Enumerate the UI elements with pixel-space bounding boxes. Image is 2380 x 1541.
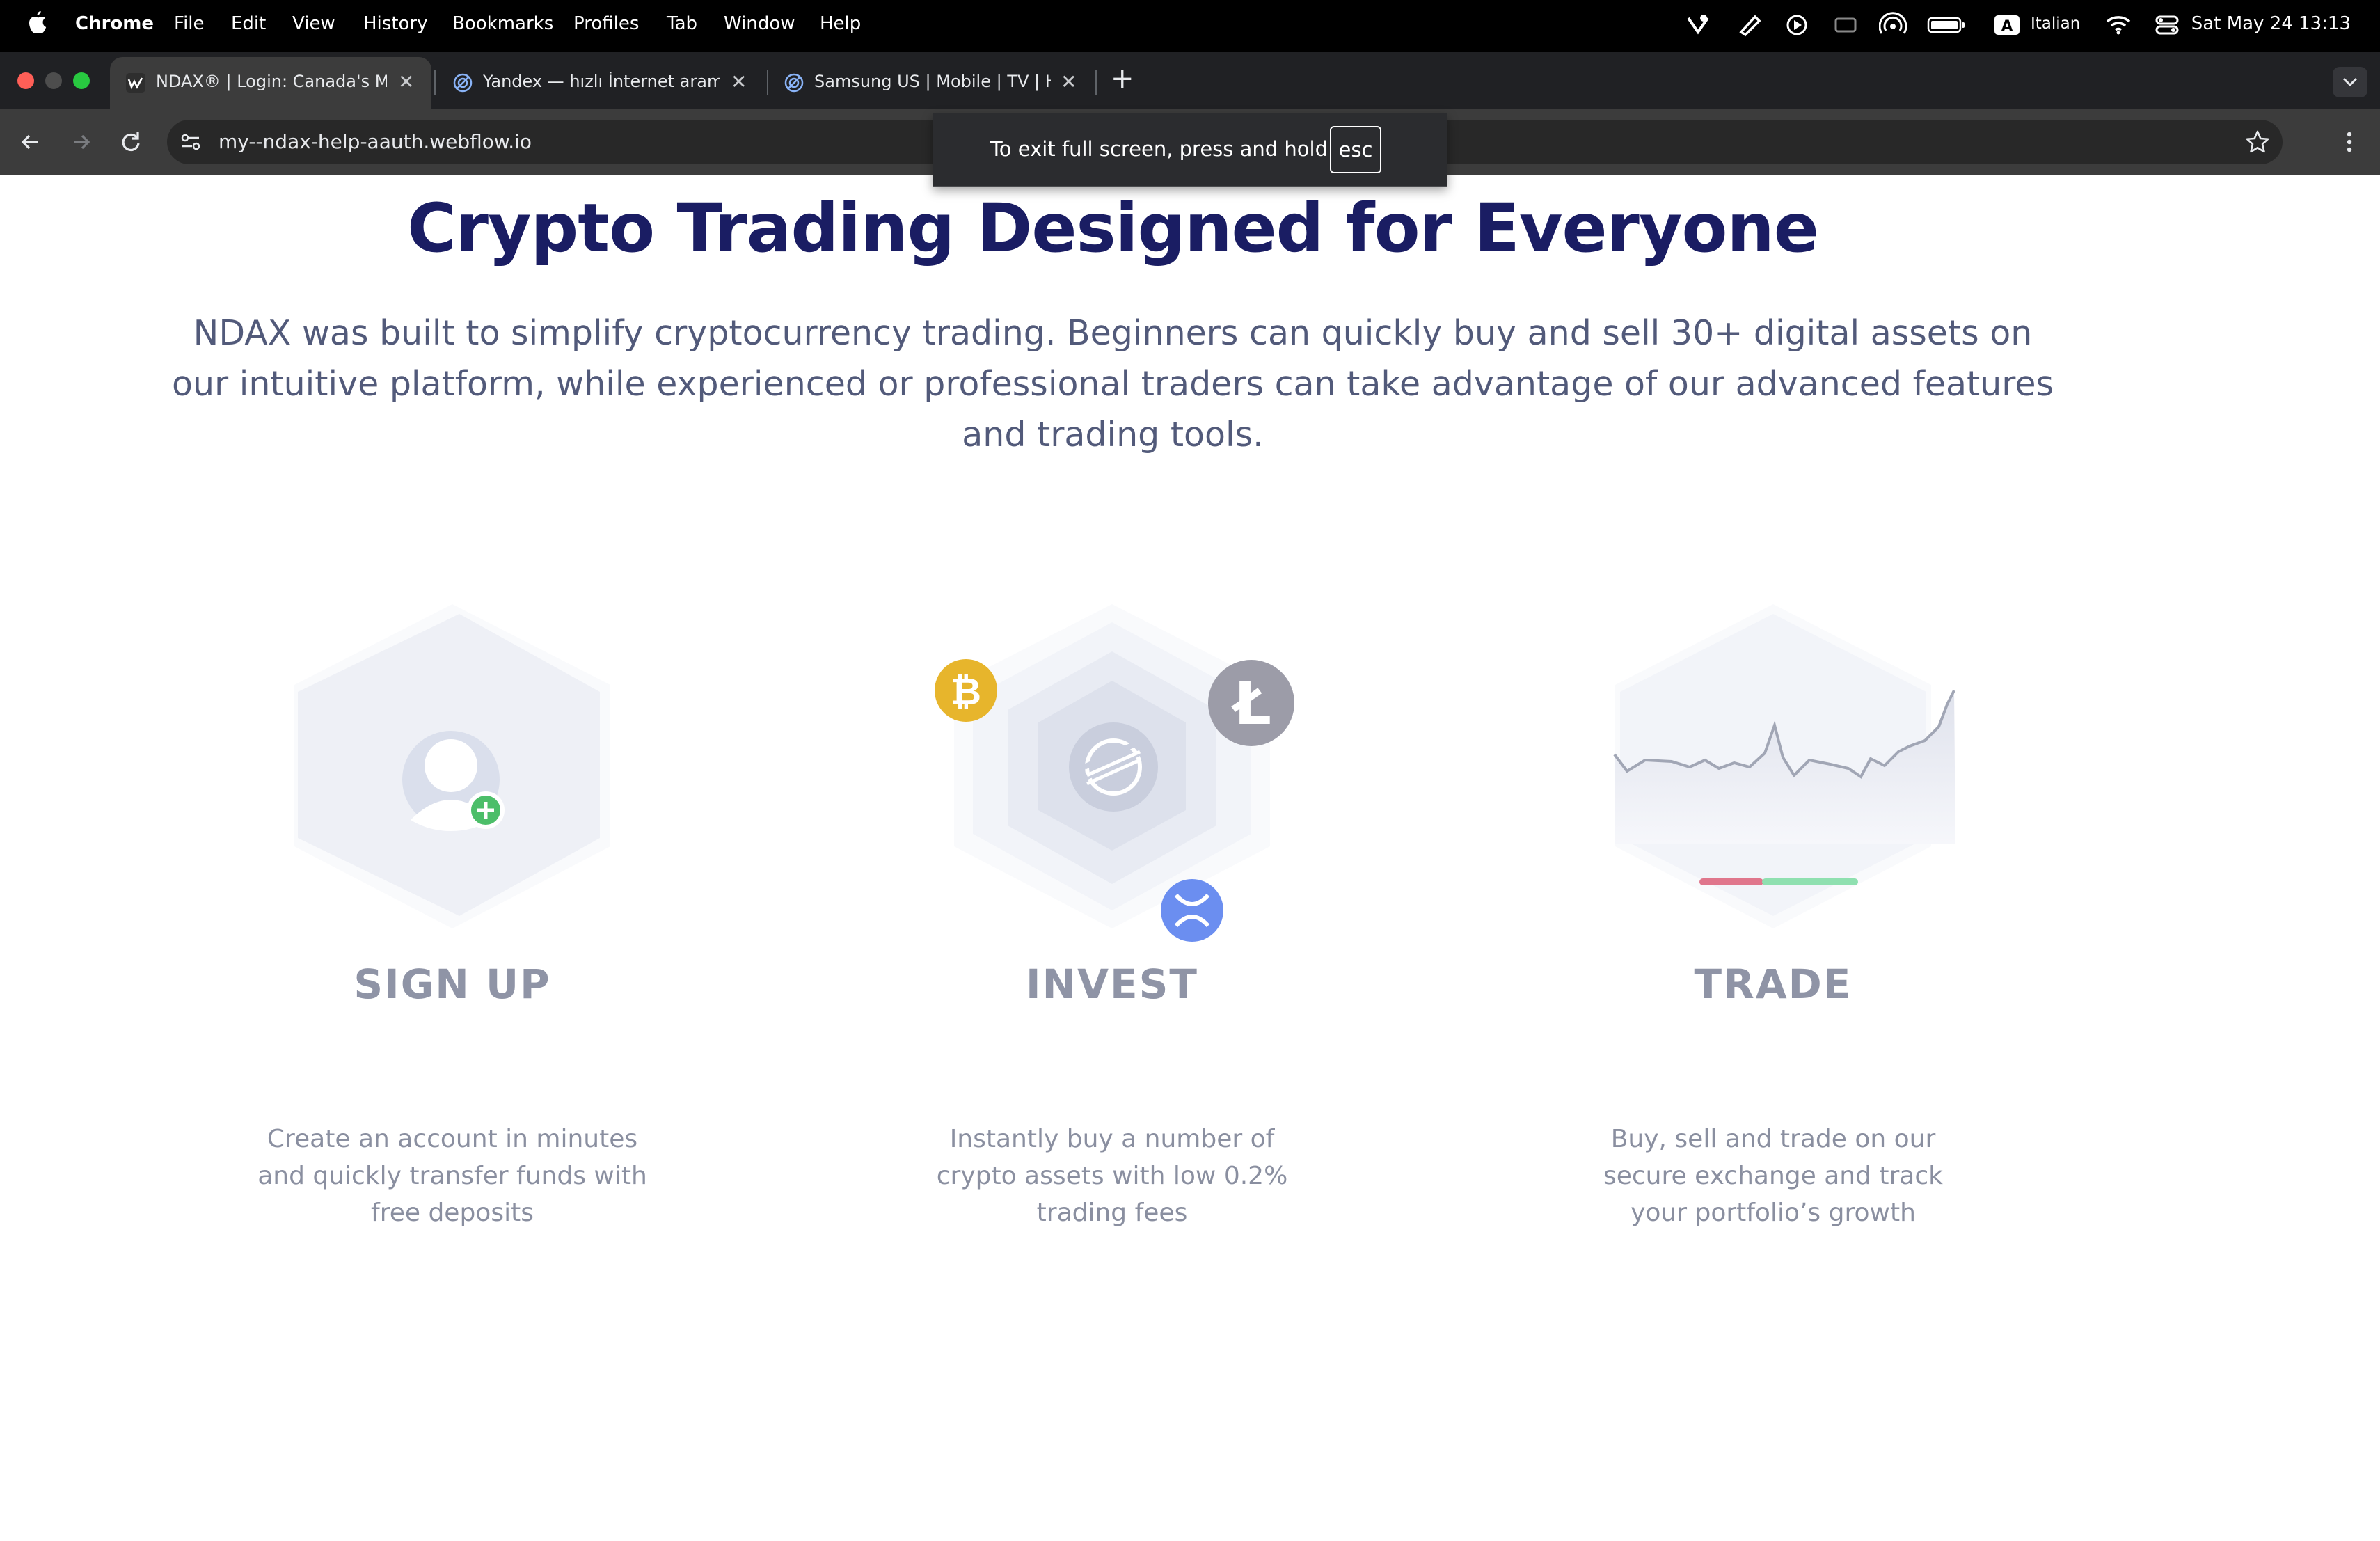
tab-yandex[interactable]: Yandex — hızlı İnternet arama ✕	[437, 57, 764, 109]
tab-close-icon[interactable]: ✕	[1061, 70, 1077, 93]
price-chart-icon	[1613, 604, 1955, 928]
step-title: INVEST	[1026, 961, 1198, 1008]
litecoin-icon: Ł	[1208, 660, 1294, 746]
tab-title: Yandex — hızlı İnternet arama	[483, 72, 720, 91]
control-center-icon[interactable]	[2153, 11, 2181, 39]
battery-icon[interactable]	[1926, 11, 1967, 39]
menu-help[interactable]: Help	[820, 13, 861, 34]
reload-icon[interactable]	[114, 125, 148, 159]
globe-favicon-icon	[784, 73, 804, 93]
stylus-icon[interactable]	[1736, 11, 1763, 39]
menu-edit[interactable]: Edit	[231, 13, 266, 34]
wifi-icon[interactable]	[2104, 11, 2132, 39]
bitcoin-icon: ₿	[935, 659, 997, 722]
fullscreen-exit-toast: To exit full screen, press and hold esc	[933, 113, 1447, 187]
step-title: SIGN UP	[354, 961, 551, 1008]
vpn-shield-icon[interactable]	[1684, 11, 1712, 39]
menu-bookmarks[interactable]: Bookmarks	[452, 13, 553, 34]
step-description: Buy, sell and trade on our secure exchan…	[1603, 1125, 1944, 1227]
media-play-icon[interactable]	[1783, 11, 1811, 39]
step-description: Create an account in minutes and quickly…	[257, 1125, 647, 1227]
window-close-button[interactable]	[17, 72, 34, 89]
step-card-invest: ₿ Ł INVEST Instantly buy a number of cry…	[848, 558, 1377, 1533]
input-language-label[interactable]: Italian	[2031, 15, 2080, 33]
tab-samsung[interactable]: Samsung US | Mobile | TV | Home ✕	[768, 57, 1095, 109]
menu-tab[interactable]: Tab	[667, 13, 697, 34]
sentiment-bar	[1699, 878, 1858, 885]
toast-message: To exit full screen, press and hold	[990, 137, 1328, 161]
tab-title: Samsung US | Mobile | TV | Home	[814, 72, 1051, 91]
browser-menu-icon[interactable]	[2333, 125, 2366, 159]
step-card-trade: TRADE Buy, sell and trade on our secure …	[1509, 558, 2038, 1533]
globe-favicon-icon	[453, 73, 473, 93]
esc-key-hint: esc	[1330, 126, 1381, 173]
display-mirror-icon[interactable]	[1832, 11, 1859, 39]
svg-text:Ł: Ł	[1231, 670, 1271, 738]
apple-menu-icon[interactable]	[26, 11, 49, 39]
page-viewport: Crypto Trading Designed for Everyone NDA…	[0, 175, 2380, 1541]
menu-window[interactable]: Window	[724, 13, 795, 34]
tab-divider	[1095, 70, 1097, 95]
back-arrow-icon[interactable]	[14, 125, 47, 159]
window-zoom-button[interactable]	[73, 72, 90, 89]
menu-file[interactable]: File	[174, 13, 205, 34]
url-text[interactable]: my--ndax-help-aauth.webflow.io	[219, 130, 532, 153]
tab-ndax[interactable]: NDAX® | Login: Canada's Most ✕	[110, 57, 431, 109]
svg-text:A: A	[2001, 18, 2013, 35]
macos-menu-bar: Chrome File Edit View History Bookmarks …	[0, 0, 2380, 52]
input-source-icon[interactable]: A	[1993, 11, 2021, 39]
svg-text:₿: ₿	[951, 670, 981, 713]
step-title: TRADE	[1694, 961, 1853, 1008]
menu-clock[interactable]: Sat May 24 13:13	[2191, 13, 2351, 34]
tab-close-icon[interactable]: ✕	[731, 70, 747, 93]
tab-search-chevron-icon[interactable]	[2333, 67, 2367, 97]
crypto-coins-icon: ₿ Ł	[935, 604, 1294, 942]
airdrop-icon[interactable]	[1879, 11, 1907, 39]
tab-title: NDAX® | Login: Canada's Most	[156, 72, 387, 91]
webflow-favicon-icon	[126, 73, 145, 93]
tab-divider	[434, 70, 436, 95]
page-headline: Crypto Trading Designed for Everyone	[407, 189, 1819, 267]
window-minimize-button[interactable]	[45, 72, 62, 89]
site-info-icon[interactable]	[178, 129, 203, 155]
user-add-icon	[294, 604, 610, 928]
menu-view[interactable]: View	[292, 13, 335, 34]
bookmark-star-icon[interactable]	[2244, 128, 2271, 156]
forward-arrow-icon[interactable]	[64, 125, 97, 159]
ripple-icon	[1161, 879, 1223, 942]
menu-history[interactable]: History	[363, 13, 428, 34]
menu-app-chrome[interactable]: Chrome	[75, 13, 154, 34]
step-description: Instantly buy a number of crypto assets …	[936, 1125, 1288, 1227]
tab-close-icon[interactable]: ✕	[398, 70, 414, 93]
menu-profiles[interactable]: Profiles	[573, 13, 639, 34]
step-card-signup: SIGN UP Create an account in minutes and…	[188, 558, 717, 1533]
new-tab-button[interactable]: +	[1111, 63, 1134, 95]
page-intro: NDAX was built to simplify cryptocurrenc…	[171, 313, 2054, 455]
